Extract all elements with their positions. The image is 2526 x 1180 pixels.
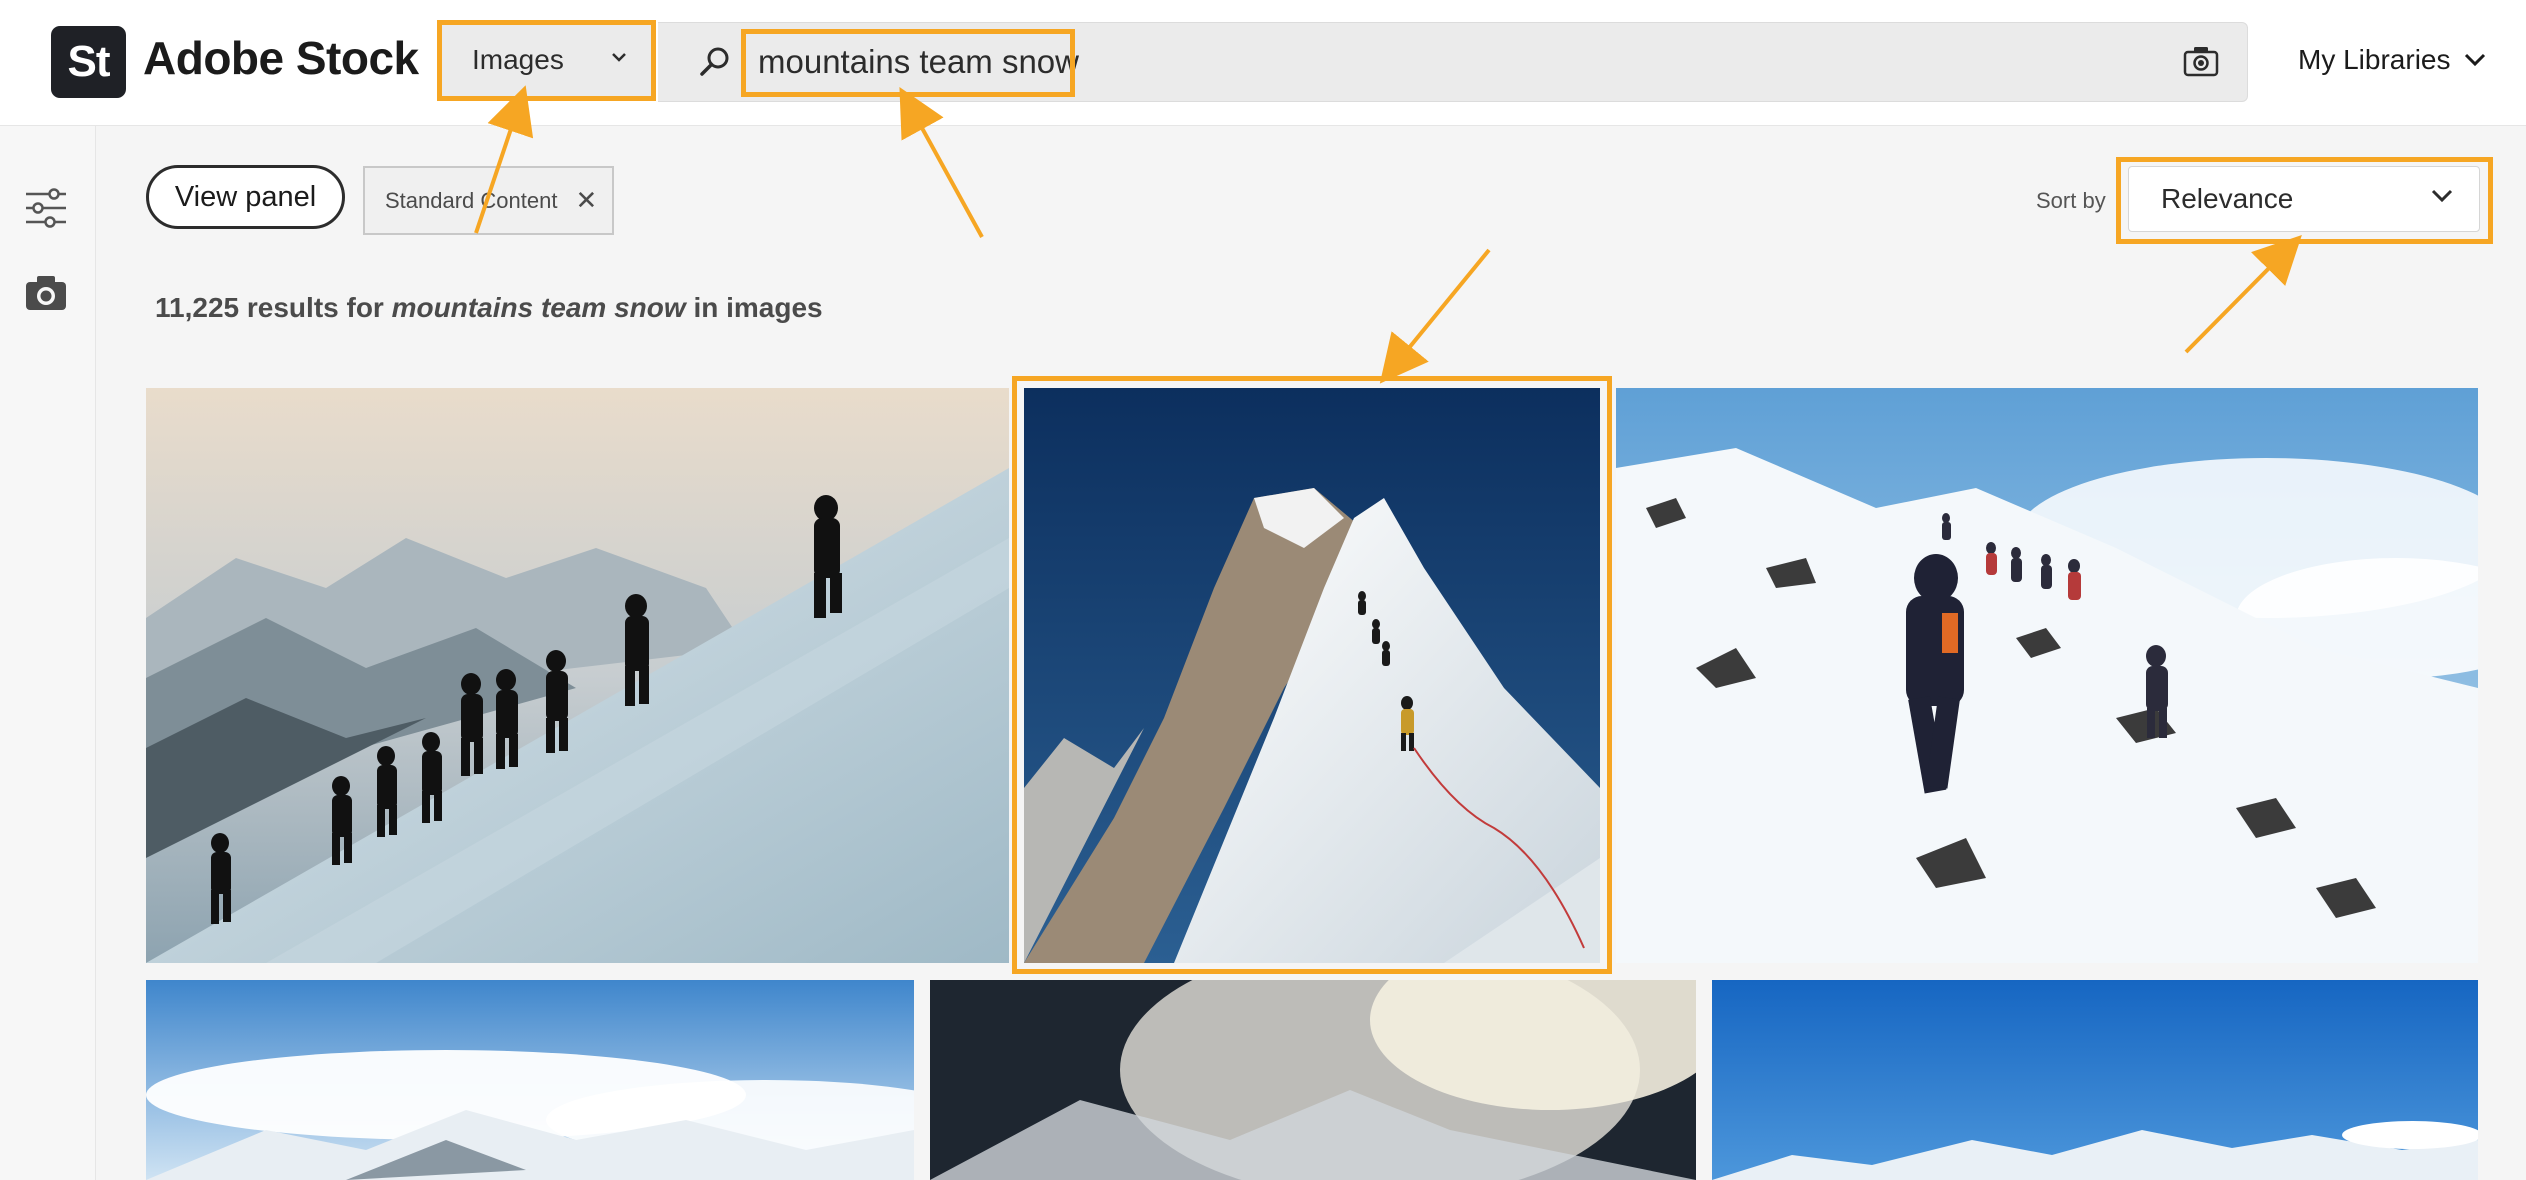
image-tile[interactable] (1712, 980, 2478, 1180)
sort-by-label: Sort by (2036, 188, 2106, 213)
results-count: 11,225 (155, 292, 240, 323)
search-bar (658, 22, 2248, 102)
arrow-to-sort (2184, 234, 2302, 354)
image-thumbnail (1712, 980, 2478, 1180)
asset-type-selected: Images (472, 44, 564, 75)
sort-selected: Relevance (2161, 183, 2294, 214)
results-query: mountains team snow (391, 292, 686, 323)
chevron-down-icon (2431, 189, 2453, 203)
search-input[interactable] (758, 35, 2038, 89)
filter-chip-label: Standard Content (385, 187, 558, 213)
image-tile-selected[interactable] (1024, 388, 1600, 963)
top-header: St Adobe Stock Images My Libraries (0, 0, 2526, 126)
chevron-down-icon (2465, 53, 2486, 67)
image-tile[interactable] (930, 980, 1696, 1180)
asset-type-dropdown[interactable]: Images (440, 22, 653, 98)
chevron-down-icon (612, 53, 626, 62)
results-prefix: results for (246, 292, 384, 323)
my-libraries-menu[interactable]: My Libraries (2298, 44, 2486, 76)
image-thumbnail (1024, 388, 1600, 963)
image-thumbnail (146, 388, 1009, 963)
image-thumbnail (1616, 388, 2478, 963)
image-thumbnail (146, 980, 914, 1180)
view-panel-button[interactable]: View panel (146, 165, 345, 229)
adobe-stock-logo-text[interactable]: Adobe Stock (143, 31, 419, 85)
results-suffix: in images (693, 292, 823, 323)
arrow-to-search-query (899, 86, 984, 238)
my-libraries-label: My Libraries (2298, 44, 2451, 75)
sort-dropdown[interactable]: Relevance (2128, 166, 2480, 232)
image-tile[interactable] (146, 388, 1009, 963)
image-tile[interactable] (1616, 388, 2478, 963)
camera-icon[interactable] (24, 274, 68, 312)
results-summary: 11,225 results for mountains team snow i… (155, 292, 823, 324)
close-icon[interactable]: ✕ (575, 185, 597, 216)
arrow-to-selected-image (1379, 248, 1491, 384)
image-tile[interactable] (146, 980, 914, 1180)
search-icon[interactable] (698, 45, 732, 79)
left-rail (0, 126, 96, 1180)
adobe-stock-logo-badge[interactable]: St (51, 26, 126, 98)
camera-icon[interactable] (2183, 45, 2219, 77)
image-thumbnail (930, 980, 1696, 1180)
filter-sliders-icon[interactable] (24, 188, 68, 228)
filter-chip-standard-content[interactable]: Standard Content ✕ (363, 166, 614, 235)
